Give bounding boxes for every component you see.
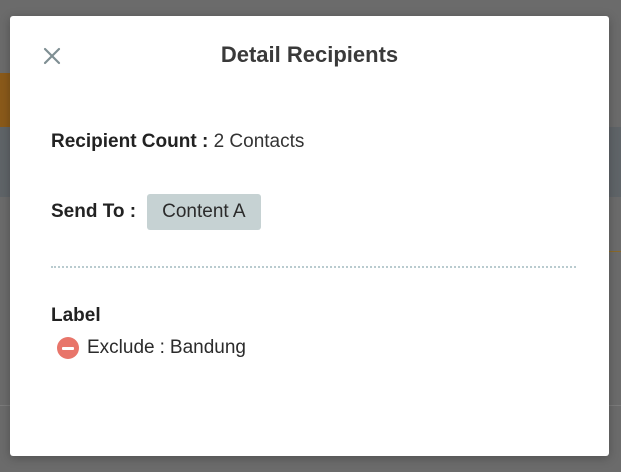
send-to-label: Send To : [51, 201, 137, 222]
minus-circle-icon [57, 337, 79, 359]
background-app-field [609, 205, 621, 252]
label-type: Exclude [87, 337, 155, 358]
detail-recipients-modal: Detail Recipients Recipient Count : 2 Co… [10, 16, 609, 456]
label-separator: : [159, 337, 165, 358]
modal-title: Detail Recipients [220, 42, 399, 67]
section-divider [51, 266, 576, 268]
send-to-chip: Content A [147, 194, 261, 230]
label-heading: Label [51, 305, 101, 326]
recipient-count-value: 2 Contacts [213, 131, 305, 152]
label-item: Exclude : Bandung [57, 337, 246, 359]
recipient-count-row: Recipient Count : 2 Contacts [51, 131, 304, 153]
label-value: Bandung [169, 337, 246, 358]
recipient-count-label: Recipient Count : [51, 131, 209, 152]
send-to-row: Send To : Content A [51, 194, 261, 230]
